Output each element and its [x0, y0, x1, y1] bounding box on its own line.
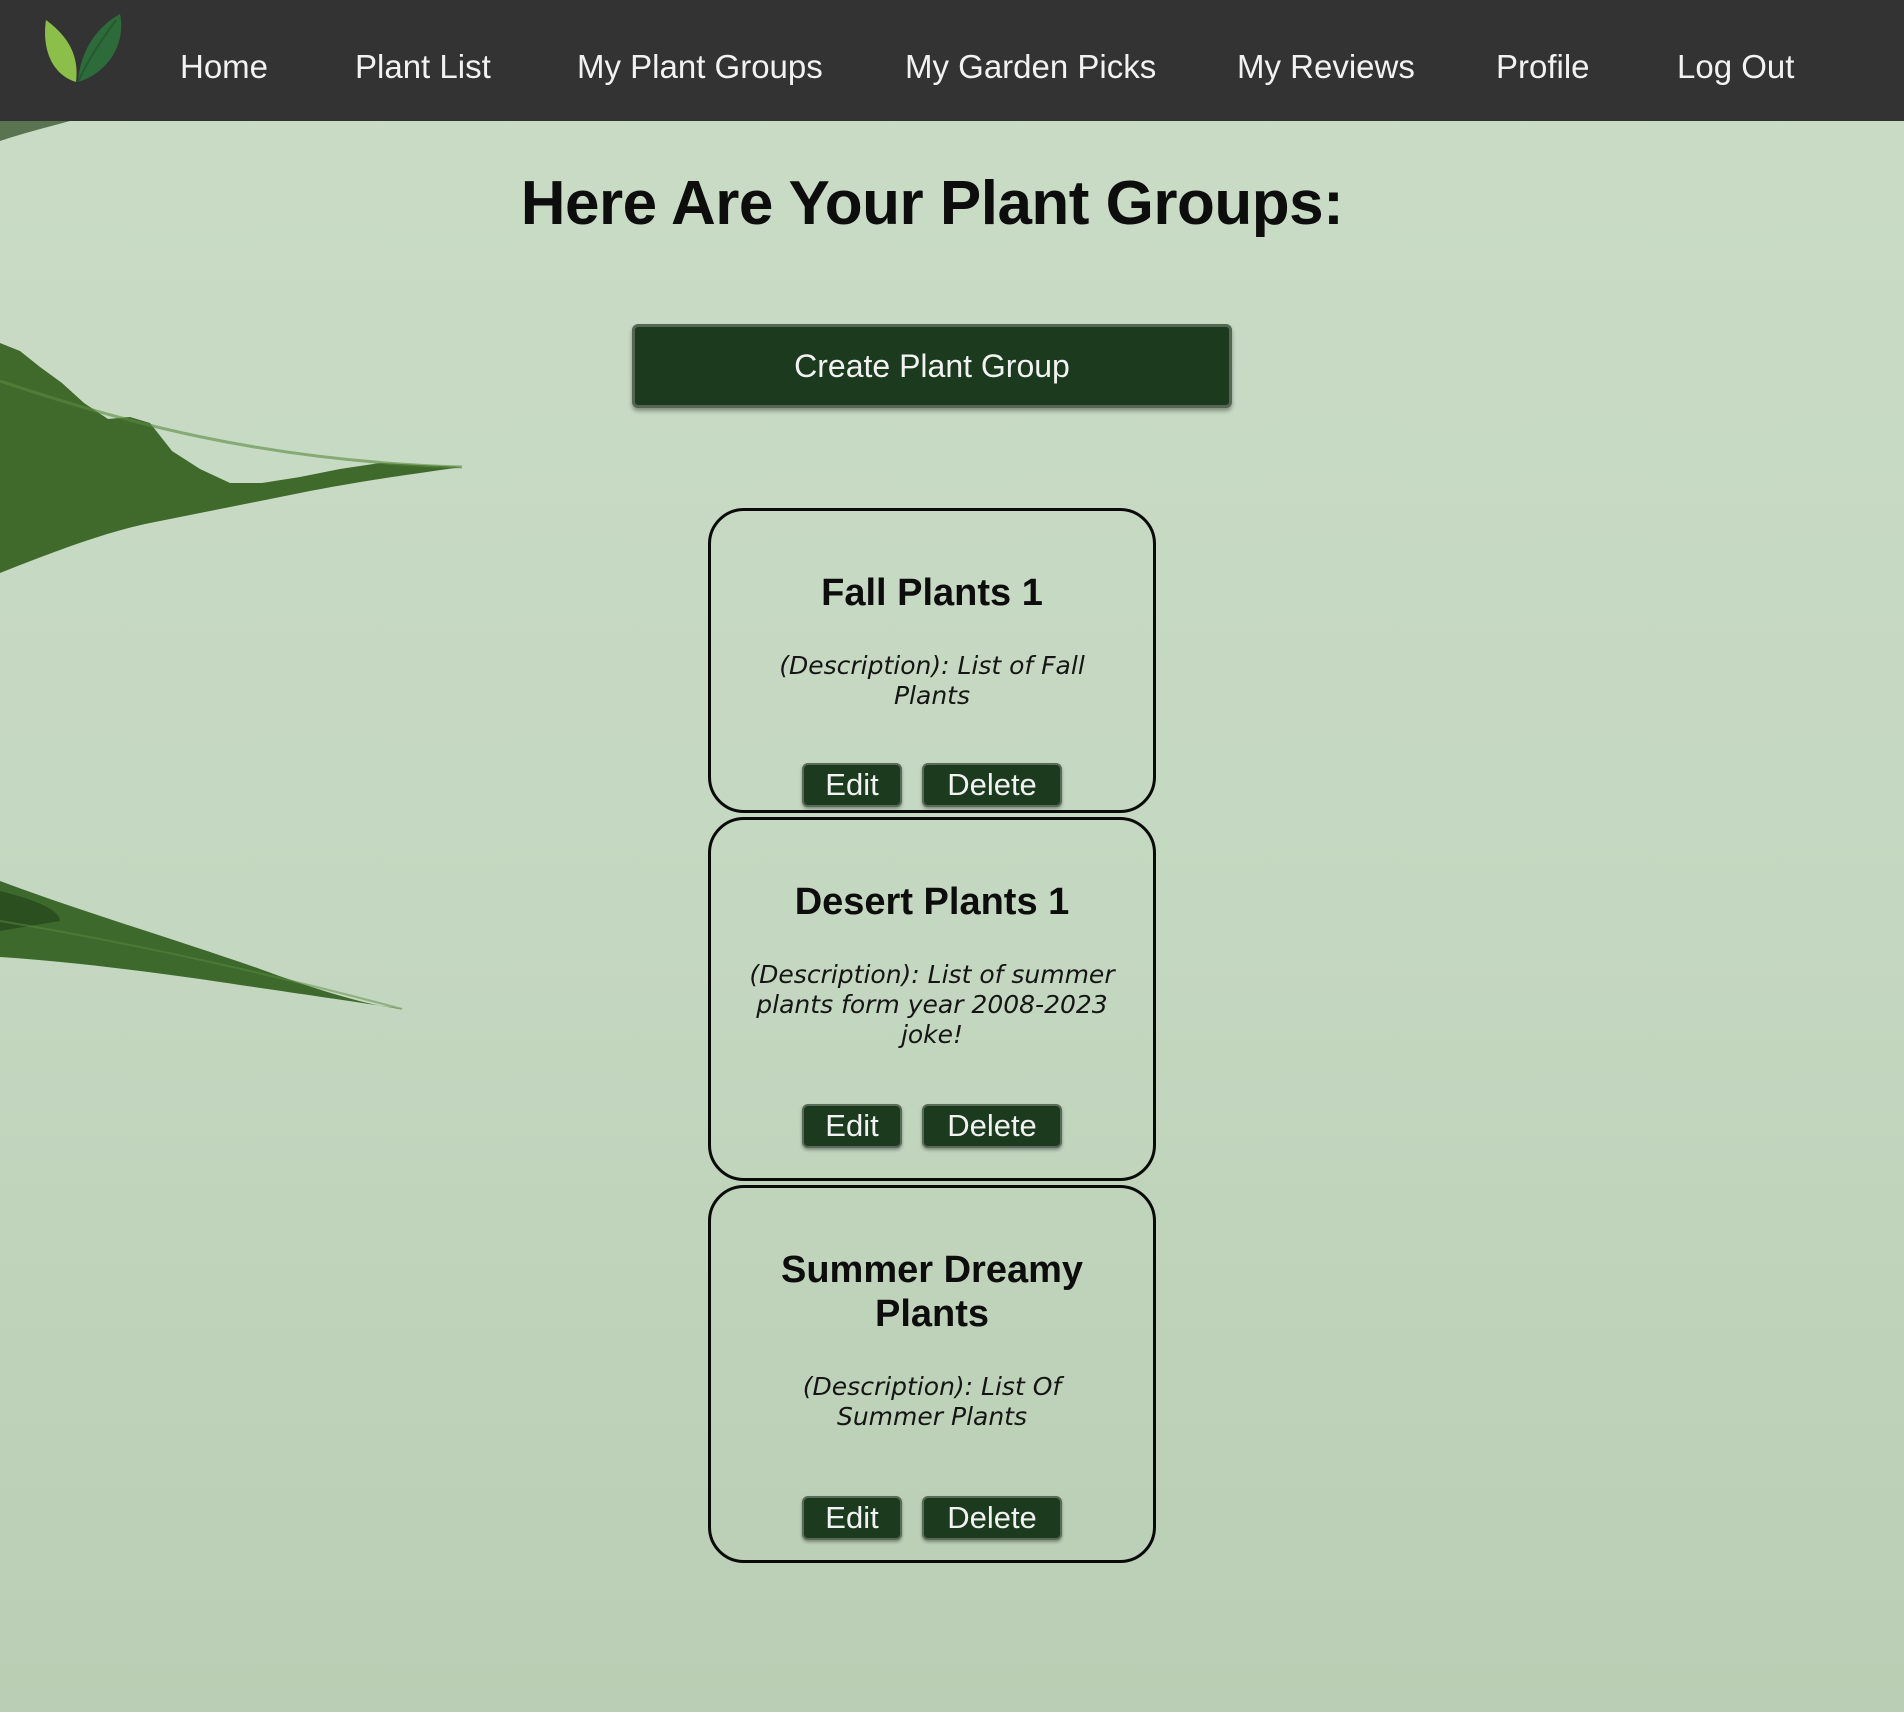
background-leaves-image	[0, 121, 463, 1010]
nav-plant-list-link[interactable]: Plant List	[355, 48, 491, 86]
group-description: (Description): List of Fall Plants	[779, 651, 1085, 710]
nav-my-reviews-link[interactable]: My Reviews	[1237, 48, 1415, 86]
group-description: (Description): List of summer plants for…	[749, 960, 1115, 1049]
delete-group-button[interactable]: Delete	[922, 763, 1062, 807]
nav-links: Home Plant List My Plant Groups My Garde…	[0, 0, 1904, 121]
group-name: Desert Plants 1	[794, 881, 1070, 923]
group-actions: Edit Delete	[802, 763, 1062, 807]
group-name: Summer Dreamy Plants	[780, 1249, 1084, 1335]
nav-my-garden-picks-link[interactable]: My Garden Picks	[905, 48, 1156, 86]
group-description: (Description): List Of Summer Plants	[802, 1372, 1062, 1431]
group-actions: Edit Delete	[802, 1104, 1062, 1148]
group-name: Fall Plants 1	[821, 572, 1043, 614]
nav-log-out-link[interactable]: Log Out	[1677, 48, 1794, 86]
edit-group-button[interactable]: Edit	[802, 1496, 902, 1540]
plant-group-card: Summer Dreamy Plants (Description): List…	[708, 1185, 1156, 1563]
nav-my-plant-groups-link[interactable]: My Plant Groups	[577, 48, 823, 86]
create-plant-group-button[interactable]: Create Plant Group	[632, 324, 1232, 408]
delete-group-button[interactable]: Delete	[922, 1496, 1062, 1540]
group-actions: Edit Delete	[802, 1496, 1062, 1540]
plant-group-list: Fall Plants 1 (Description): List of Fal…	[708, 508, 1156, 1567]
delete-group-button[interactable]: Delete	[922, 1104, 1062, 1148]
edit-group-button[interactable]: Edit	[802, 763, 902, 807]
plant-group-card: Desert Plants 1 (Description): List of s…	[708, 817, 1156, 1181]
plant-group-card: Fall Plants 1 (Description): List of Fal…	[708, 508, 1156, 813]
edit-group-button[interactable]: Edit	[802, 1104, 902, 1148]
nav-profile-link[interactable]: Profile	[1496, 48, 1590, 86]
nav-home-link[interactable]: Home	[180, 48, 268, 86]
page-title: Here Are Your Plant Groups:	[520, 169, 1344, 238]
navbar: Home Plant List My Plant Groups My Garde…	[0, 0, 1904, 121]
